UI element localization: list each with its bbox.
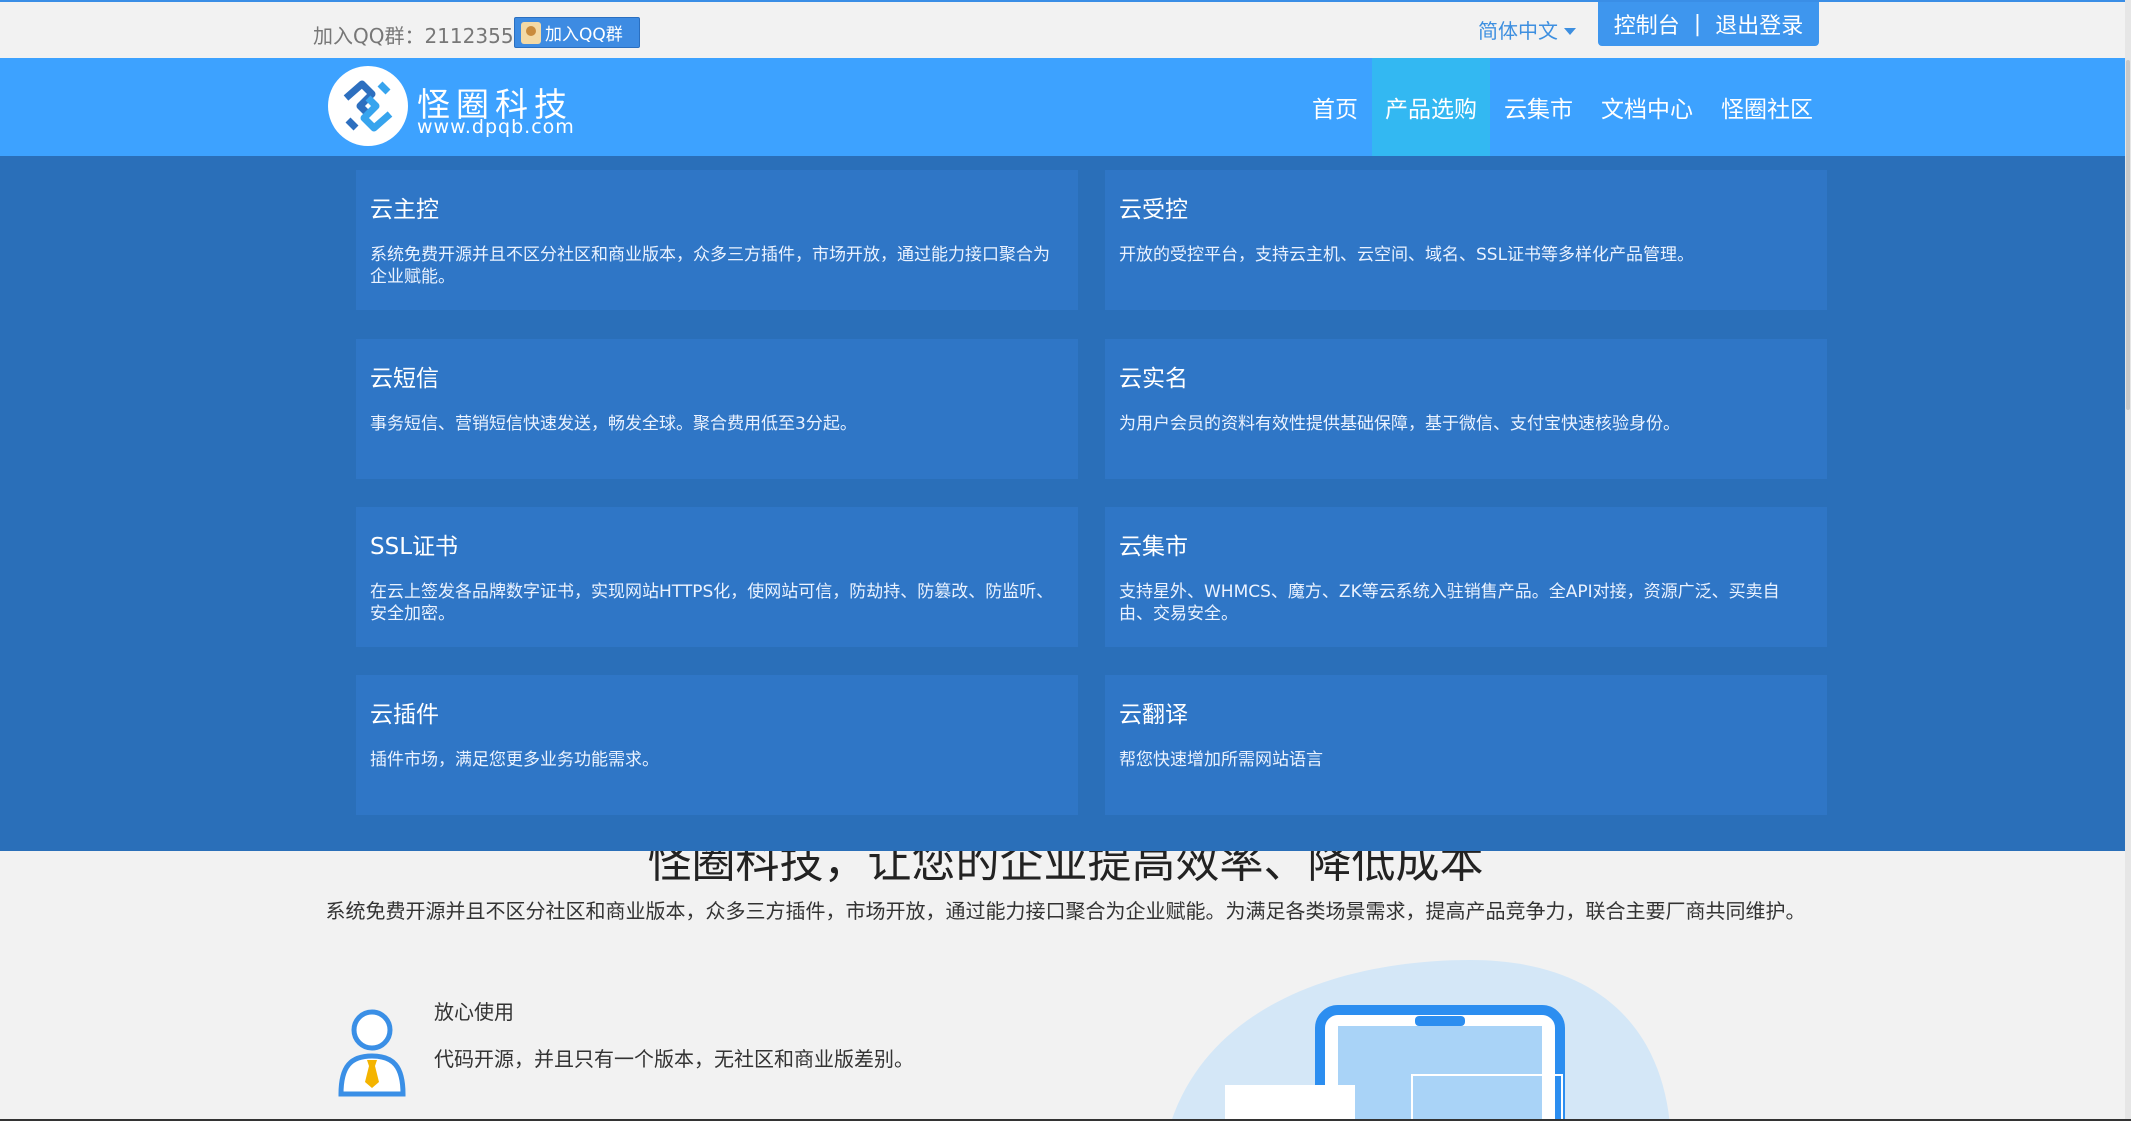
product-card[interactable]: SSL证书 在云上签发各品牌数字证书，实现网站HTTPS化，使网站可信，防劫持、…	[356, 507, 1078, 647]
product-desc: 插件市场，满足您更多业务功能需求。	[370, 750, 659, 770]
main-header: 怪圈科技 www.dpqb.com 首页 产品选购 云集市 文档中心 怪圈社区	[0, 58, 2131, 156]
product-desc: 为用户会员的资料有效性提供基础保障，基于微信、支付宝快速核验身份。	[1119, 414, 1680, 434]
product-desc: 开放的受控平台，支持云主机、云空间、域名、SSL证书等多样化产品管理。	[1119, 245, 1695, 265]
main-nav: 首页 产品选购 云集市 文档中心 怪圈社区	[1298, 58, 1827, 156]
scrollbar-thumb[interactable]	[2126, 60, 2130, 410]
product-card[interactable]: 云受控 开放的受控平台，支持云主机、云空间、域名、SSL证书等多样化产品管理。	[1105, 170, 1827, 310]
product-title: 云实名	[1119, 366, 1188, 392]
feature-title: 放心使用	[434, 1000, 514, 1024]
qq-icon	[521, 21, 541, 44]
product-title: 云受控	[1119, 197, 1188, 223]
top-bar: 加入QQ群：2112355 加入QQ群 简体中文 控制台 | 退出登录	[0, 0, 2131, 58]
nav-docs[interactable]: 文档中心	[1587, 58, 1707, 156]
join-qq-button[interactable]: 加入QQ群	[514, 17, 640, 48]
nav-products[interactable]: 产品选购	[1372, 58, 1490, 156]
feature-desc: 代码开源，并且只有一个版本，无社区和商业版差别。	[434, 1047, 914, 1071]
qq-group-text: 加入QQ群：2112355	[313, 24, 514, 48]
user-icon	[337, 1008, 407, 1102]
product-card[interactable]: 云集市 支持星外、WHMCS、魔方、ZK等云系统入驻销售产品。全API对接，资源…	[1105, 507, 1827, 647]
product-card[interactable]: 云翻译 帮您快速增加所需网站语言	[1105, 675, 1827, 815]
product-card[interactable]: 云实名 为用户会员的资料有效性提供基础保障，基于微信、支付宝快速核验身份。	[1105, 339, 1827, 479]
account-bar: 控制台 | 退出登录	[1598, 2, 1819, 46]
product-title: 云插件	[370, 702, 439, 728]
separator: |	[1693, 11, 1702, 37]
products-dropdown: 云主控 系统免费开源并且不区分社区和商业版本，众多三方插件，市场开放，通过能力接…	[0, 156, 2125, 851]
language-label: 简体中文	[1478, 19, 1558, 43]
product-title: 云短信	[370, 366, 439, 392]
brand-domain: www.dpqb.com	[417, 116, 575, 138]
product-desc: 帮您快速增加所需网站语言	[1119, 750, 1323, 770]
product-card[interactable]: 云插件 插件市场，满足您更多业务功能需求。	[356, 675, 1078, 815]
nav-marketplace[interactable]: 云集市	[1490, 58, 1587, 156]
product-title: 云翻译	[1119, 702, 1188, 728]
logo-icon[interactable]	[328, 66, 408, 146]
product-desc: 支持星外、WHMCS、魔方、ZK等云系统入驻销售产品。全API对接，资源广泛、买…	[1119, 582, 1780, 624]
nav-community[interactable]: 怪圈社区	[1707, 58, 1827, 156]
language-selector[interactable]: 简体中文	[1478, 15, 1576, 44]
product-desc: 事务短信、营销短信快速发送，畅发全球。聚合费用低至3分起。	[370, 414, 857, 434]
product-title: 云集市	[1119, 534, 1188, 560]
product-title: SSL证书	[370, 534, 459, 560]
nav-home[interactable]: 首页	[1298, 58, 1372, 156]
logout-link[interactable]: 退出登录	[1715, 8, 1803, 40]
phone-illustration	[1170, 960, 1690, 1121]
product-title: 云主控	[370, 197, 439, 223]
product-card[interactable]: 云短信 事务短信、营销短信快速发送，畅发全球。聚合费用低至3分起。	[356, 339, 1078, 479]
product-desc: 在云上签发各品牌数字证书，实现网站HTTPS化，使网站可信，防劫持、防篡改、防监…	[370, 582, 1054, 624]
product-card[interactable]: 云主控 系统免费开源并且不区分社区和商业版本，众多三方插件，市场开放，通过能力接…	[356, 170, 1078, 310]
caret-down-icon	[1564, 27, 1576, 35]
join-qq-label: 加入QQ群	[545, 25, 623, 45]
page: 怪圈科技，让您的企业提高效率、降低成本 系统免费开源并且不区分社区和商业版本，众…	[0, 0, 2131, 1121]
product-desc: 系统免费开源并且不区分社区和商业版本，众多三方插件，市场开放，通过能力接口聚合为…	[370, 245, 1050, 287]
console-link[interactable]: 控制台	[1614, 8, 1680, 40]
hero-subtitle: 系统免费开源并且不区分社区和商业版本，众多三方插件，市场开放，通过能力接口聚合为…	[325, 899, 1806, 923]
